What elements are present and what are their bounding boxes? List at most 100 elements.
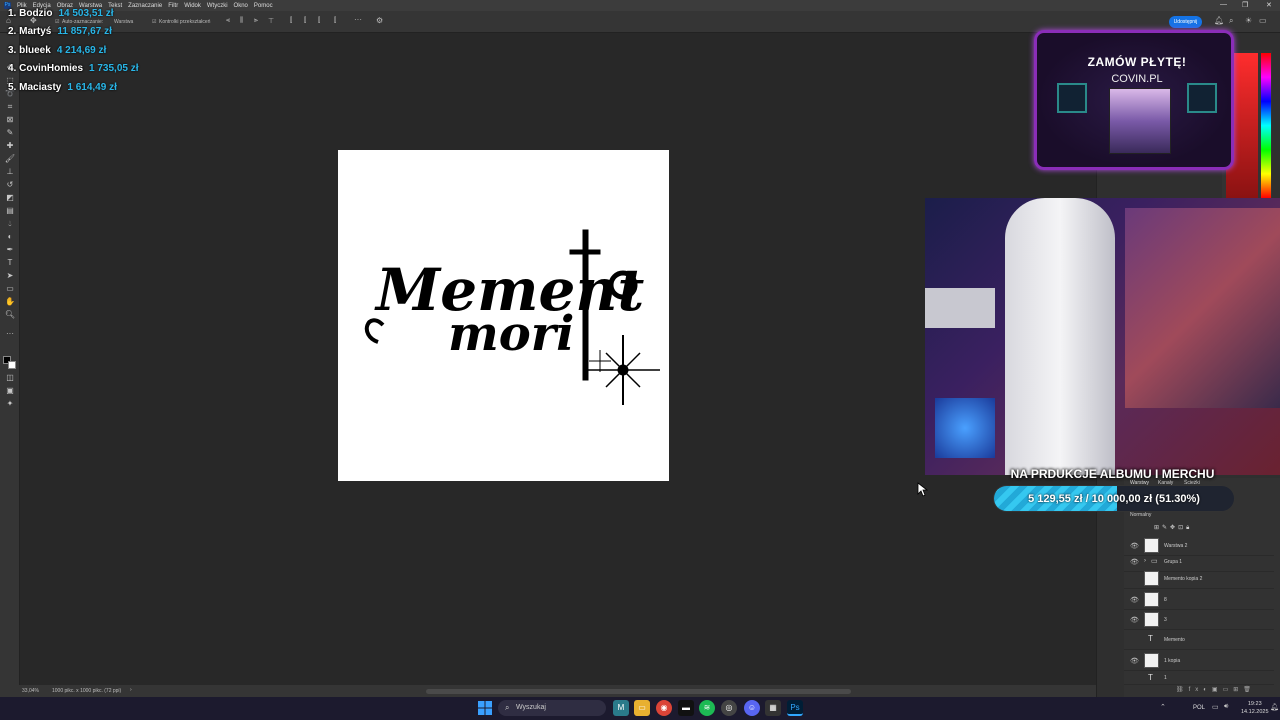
distribute-bottom-icon[interactable]: ⫿ (318, 17, 320, 25)
quick-mask-icon[interactable]: ◫ (4, 373, 16, 383)
menu-item-help[interactable]: Pomoc (254, 3, 273, 9)
layer-name: Grupa 1 (1164, 559, 1183, 565)
settings-gear-icon[interactable]: ⚙ (376, 16, 383, 25)
zoom-level[interactable]: 33,04% (22, 688, 39, 694)
align-left-icon[interactable]: ⫷ (226, 17, 230, 25)
stamp-tool-icon[interactable]: ⊥ (4, 167, 16, 177)
goal-progress-bar: 5 129,55 zł / 10 000,00 zł (51.30%) (993, 485, 1235, 512)
layer-row[interactable]: 👁︎ 1 kopia (1124, 651, 1274, 671)
more-options-icon[interactable]: ··· (354, 15, 362, 24)
minimize-icon[interactable]: — (1220, 1, 1227, 8)
zoom-tool-icon[interactable]: 🔍︎ (4, 310, 16, 320)
pen-tool-icon[interactable]: ✒ (4, 245, 16, 255)
distribute-icon[interactable]: ⫿ (290, 17, 292, 25)
eraser-tool-icon[interactable]: ◩ (4, 193, 16, 203)
visibility-eye-icon[interactable]: 👁︎ (1130, 596, 1139, 604)
healing-brush-icon[interactable]: ✚ (4, 141, 16, 151)
close-icon[interactable]: ✕ (1266, 1, 1272, 9)
background-color-swatch[interactable] (8, 361, 16, 369)
document-info[interactable]: 1000 pikс. x 1000 pikс. (72 ppi) (52, 688, 121, 694)
spotify-icon[interactable]: ≋ (699, 700, 715, 716)
visibility-eye-icon[interactable]: 👁︎ (1130, 542, 1139, 550)
menu-item-view[interactable]: Widok (184, 3, 201, 9)
donor-amount: 14 503,51 zł (58, 8, 114, 19)
donor-amount: 11 857,67 zł (57, 26, 112, 37)
layer-row[interactable]: Memento kopia 2 (1124, 569, 1274, 589)
promo-window-left (1057, 83, 1087, 113)
menu-item-plugins[interactable]: Wtyczki (207, 3, 228, 9)
frame-tool-icon[interactable]: ⊠ (4, 115, 16, 125)
visibility-eye-icon[interactable]: 👁︎ (1130, 616, 1139, 624)
distribute-center-icon[interactable]: ⫿ (304, 17, 306, 25)
hand-tool-icon[interactable]: ✋ (4, 297, 16, 307)
dodge-tool-icon[interactable]: ◐ (4, 232, 16, 242)
align-top-icon[interactable]: ⊤ (268, 17, 274, 25)
leaderboard-row: 4. CovinHomies 1 735,05 zł (8, 63, 139, 81)
visibility-eye-icon[interactable]: 👁︎ (1130, 558, 1139, 566)
horizontal-scrollbar[interactable] (426, 689, 851, 694)
status-arrow-icon[interactable]: › (130, 687, 132, 693)
layer-name: 8 (1164, 597, 1167, 603)
layer-row[interactable]: T 1 (1124, 671, 1274, 685)
history-brush-icon[interactable]: ↺ (4, 180, 16, 190)
crop-tool-icon[interactable]: ⌗ (4, 102, 16, 112)
layer-lock-icons[interactable]: ⊞✎✥⊡🔒︎ (1154, 524, 1192, 532)
webcam-feed (925, 198, 1280, 475)
generative-icon[interactable]: ✦ (4, 399, 16, 409)
maximize-icon[interactable]: ❐ (1242, 1, 1248, 9)
network-icon[interactable]: ▭ (1212, 703, 1219, 711)
more-tools-icon[interactable]: ··· (4, 329, 16, 339)
notifications-bell-icon[interactable]: 🔔︎ (1214, 16, 1224, 25)
type-tool-icon[interactable]: T (4, 258, 16, 268)
blur-tool-icon[interactable]: 💧︎ (4, 219, 16, 229)
discord-icon[interactable]: ☺ (744, 700, 760, 716)
layer-thumbnail (1144, 612, 1159, 627)
volume-icon[interactable]: 🔊︎ (1224, 703, 1228, 711)
terminal-icon[interactable]: ▬ (678, 700, 694, 716)
goal-title: NA PRDUKCJE ALBUMU I MERCHU (1010, 467, 1215, 481)
align-center-icon[interactable]: ⫼ (240, 17, 243, 25)
menu-item-select[interactable]: Zaznaczanie (128, 3, 162, 9)
menu-item-filter[interactable]: Filtr (168, 3, 178, 9)
screen-mode-icon[interactable]: ▣ (4, 386, 16, 396)
hue-slider[interactable] (1261, 53, 1271, 198)
transform-controls-label: Kontrolki przekształceń (159, 19, 211, 25)
layer-row[interactable]: 👁︎ 3 (1124, 610, 1274, 630)
path-select-icon[interactable]: ➤ (4, 271, 16, 281)
search-icon[interactable]: ⌕ (1229, 16, 1233, 26)
shape-tool-icon[interactable]: ▭ (4, 284, 16, 294)
eyedropper-tool-icon[interactable]: ✎ (4, 128, 16, 138)
notification-icon[interactable]: 🔔︎ (1270, 703, 1279, 711)
workspace-icon[interactable]: ▭ (1259, 16, 1267, 25)
input-language[interactable]: POL (1193, 705, 1205, 711)
share-button[interactable]: Udostępnij (1169, 16, 1202, 28)
layer-row[interactable]: 👁︎ 8 (1124, 590, 1274, 610)
menu-item-window[interactable]: Okno (234, 3, 248, 9)
brush-tool-icon[interactable]: 🖌︎ (4, 154, 16, 164)
align-right-icon[interactable]: ⫸ (254, 17, 258, 25)
taskbar-app-icon[interactable]: ▦ (765, 700, 781, 716)
file-explorer-icon[interactable]: ▭ (634, 700, 650, 716)
taskbar-app-icon[interactable]: M (613, 700, 629, 716)
layer-row[interactable]: T Memento (1124, 630, 1274, 650)
transform-controls-checkbox[interactable]: ☑ (152, 19, 156, 25)
chrome-icon[interactable]: ◉ (656, 700, 672, 716)
leaderboard-row: 1. Bodzio 14 503,51 zł (8, 8, 114, 26)
gradient-tool-icon[interactable]: ▤ (4, 206, 16, 216)
taskbar-search[interactable]: ⌕ Wyszukaj (498, 700, 606, 716)
document-canvas[interactable]: Mement mori (338, 150, 669, 481)
chevron-right-icon[interactable]: › (1144, 558, 1146, 564)
folder-icon: ▭ (1151, 558, 1158, 565)
tray-chevron-up-icon[interactable]: ⌃ (1160, 703, 1166, 711)
layer-name: Memento kopia 2 (1164, 576, 1203, 582)
layer-actions-icons[interactable]: ⛓fx◐▣▭⊞🗑︎ (1176, 686, 1256, 693)
windows-start-icon[interactable] (478, 701, 492, 715)
visibility-eye-icon[interactable]: 👁︎ (1130, 657, 1139, 665)
distribute-horizontal-icon[interactable]: ⫿ (334, 17, 336, 25)
layer-select-dropdown[interactable]: Warstwa (114, 19, 133, 25)
tray-clock[interactable]: 19:23 14.12.2025 (1241, 700, 1269, 716)
obs-icon[interactable]: ◎ (721, 700, 737, 716)
discover-icon[interactable]: ☀ (1245, 16, 1252, 25)
photoshop-taskbar-icon[interactable]: Ps (787, 700, 803, 716)
blend-mode-select[interactable]: Normalny (1130, 512, 1151, 518)
